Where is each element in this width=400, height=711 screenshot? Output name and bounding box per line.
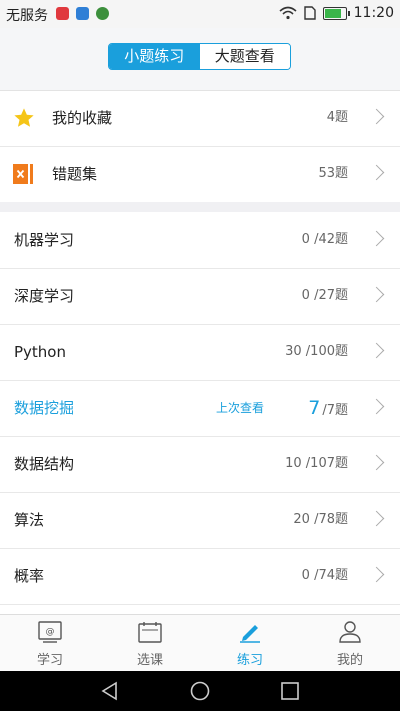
app-notification-icon xyxy=(56,7,69,20)
chevron-right-icon xyxy=(368,566,385,583)
subject-label: 数据结构 xyxy=(14,455,75,473)
subject-row-ml[interactable]: 机器学习 0 /42题 xyxy=(0,212,400,268)
subject-row-dl[interactable]: 深度学习 0 /27题 xyxy=(0,268,400,324)
wifi-icon xyxy=(279,6,297,20)
error-book-icon xyxy=(13,164,33,184)
favorites-count: 4题 xyxy=(326,110,348,125)
recent-apps-icon[interactable] xyxy=(280,681,300,701)
clock: 11:20 xyxy=(353,5,394,21)
app-notification-icon xyxy=(96,7,109,20)
star-icon xyxy=(14,108,34,127)
subject-label: Python xyxy=(14,343,66,361)
tab-study[interactable]: @ 学习 xyxy=(0,615,100,672)
subject-count: 0 /74题 xyxy=(301,568,348,583)
last-viewed-badge: 上次查看 xyxy=(216,401,265,415)
svg-text:@: @ xyxy=(46,627,55,637)
calendar-icon xyxy=(138,622,162,643)
subject-label: 概率 xyxy=(14,567,45,585)
subject-label: 数据挖掘 xyxy=(14,399,75,417)
chevron-right-icon xyxy=(368,454,385,471)
subject-count: 0 /42题 xyxy=(301,232,348,247)
back-icon[interactable] xyxy=(100,681,120,701)
tab-course-select[interactable]: 选课 xyxy=(100,615,200,672)
segment-area: 小题练习 大题查看 xyxy=(0,28,400,91)
subject-count: 7/7题 xyxy=(308,380,348,439)
chevron-right-icon xyxy=(368,510,385,527)
tab-label: 选课 xyxy=(136,653,163,668)
bottom-tab-bar: @ 学习 选课 练习 我的 xyxy=(0,614,400,672)
tab-big-questions[interactable]: 大题查看 xyxy=(199,44,290,69)
total-count: /7题 xyxy=(322,403,348,418)
subject-count: 30 /100题 xyxy=(285,344,348,359)
sim-icon xyxy=(303,6,316,20)
app-notification-icon xyxy=(76,7,89,20)
subject-row-python[interactable]: Python 30 /100题 xyxy=(0,324,400,380)
tab-label: 我的 xyxy=(336,653,363,668)
subject-row-data-mining[interactable]: 数据挖掘 上次查看 7/7题 xyxy=(0,380,400,436)
chevron-right-icon xyxy=(368,230,385,247)
chevron-right-icon xyxy=(368,398,385,415)
subject-row-probability[interactable]: 概率 0 /74题 xyxy=(0,548,400,604)
study-icon: @ xyxy=(38,621,62,643)
subject-count: 20 /78题 xyxy=(293,512,348,527)
subject-label: 算法 xyxy=(14,511,45,529)
subject-label: 深度学习 xyxy=(14,287,75,305)
done-count: 7 xyxy=(308,397,321,419)
tab-practice[interactable]: 练习 xyxy=(200,615,300,672)
subject-row-data-structures[interactable]: 数据结构 10 /107题 xyxy=(0,436,400,492)
error-set-count: 53题 xyxy=(318,166,348,181)
chevron-right-icon xyxy=(368,286,385,303)
favorites-row[interactable]: 我的收藏 4题 xyxy=(0,90,400,146)
tab-profile[interactable]: 我的 xyxy=(300,615,400,672)
practice-mode-segment: 小题练习 大题查看 xyxy=(108,43,291,70)
profile-icon xyxy=(339,621,361,643)
status-bar: 无服务 11:20 xyxy=(0,0,400,28)
chevron-right-icon xyxy=(368,108,385,125)
pencil-icon xyxy=(240,625,260,643)
subject-label: 机器学习 xyxy=(14,231,75,249)
home-icon[interactable] xyxy=(190,681,210,701)
chevron-right-icon xyxy=(368,342,385,359)
tab-label: 学习 xyxy=(36,653,63,668)
system-nav-bar xyxy=(0,671,400,711)
error-set-row[interactable]: 错题集 53题 xyxy=(0,146,400,202)
error-set-label: 错题集 xyxy=(52,165,98,183)
chevron-right-icon xyxy=(368,164,385,181)
section-gap xyxy=(0,202,400,212)
tab-label: 练习 xyxy=(236,653,263,668)
battery-icon xyxy=(322,6,350,20)
subject-count: 10 /107题 xyxy=(285,456,348,471)
favorites-label: 我的收藏 xyxy=(52,109,113,127)
subject-row-algorithms[interactable]: 算法 20 /78题 xyxy=(0,492,400,548)
carrier-label: 无服务 xyxy=(6,8,48,24)
tab-small-questions[interactable]: 小题练习 xyxy=(109,44,200,69)
subject-count: 0 /27题 xyxy=(301,288,348,303)
